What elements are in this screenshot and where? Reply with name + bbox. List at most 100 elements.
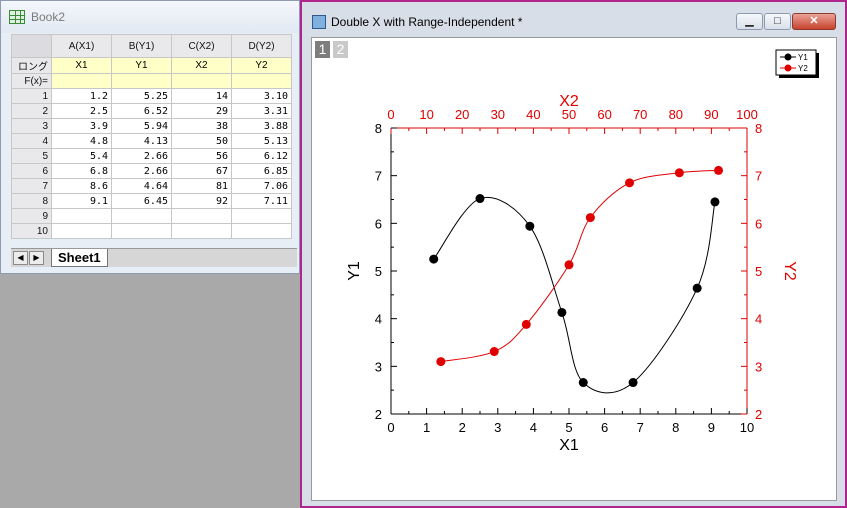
y-left-tick-label: 7: [375, 169, 382, 184]
graph-page[interactable]: 1 2 0 1 2 3 4 5 6 7 8 9 10 0 10 20 30 40 50 60 70 80 90 100 2 3…: [311, 37, 837, 501]
data-cell[interactable]: [51, 223, 112, 239]
data-point-y1: [578, 378, 588, 388]
row-header[interactable]: 1: [11, 88, 52, 104]
longname-cell[interactable]: Y1: [111, 57, 172, 74]
x-bottom-tick-label: 3: [494, 420, 501, 435]
row-header[interactable]: 9: [11, 208, 52, 224]
data-cell[interactable]: 1.2: [51, 88, 112, 104]
row-header[interactable]: 2: [11, 103, 52, 119]
workbook-window[interactable]: Book2 A(X1) B(Y1) C(X2) D(Y2) ロング X1 Y1 …: [0, 0, 300, 274]
column-header[interactable]: C(X2): [171, 34, 232, 58]
y-right-tick-label: 7: [755, 169, 762, 184]
data-cell[interactable]: 3.31: [231, 103, 292, 119]
y-left-axis-title: Y1: [346, 261, 363, 281]
chart[interactable]: 0 1 2 3 4 5 6 7 8 9 100 10 20 30 40 50 60 70 80 90 100234567…: [312, 38, 836, 500]
x-top-tick-label: 60: [597, 107, 611, 122]
data-cell[interactable]: 5.4: [51, 148, 112, 164]
data-cell[interactable]: 92: [171, 193, 232, 209]
x-top-tick-label: 20: [455, 107, 469, 122]
data-cell[interactable]: 6.52: [111, 103, 172, 119]
tab-scroll-left-button[interactable]: ◀: [13, 251, 28, 265]
data-point-y1: [557, 307, 567, 317]
data-cell[interactable]: 4.8: [51, 133, 112, 149]
maximize-button[interactable]: □: [764, 13, 791, 30]
row-header[interactable]: 3: [11, 118, 52, 134]
longname-row-label: ロング: [11, 57, 52, 74]
data-cell[interactable]: 29: [171, 103, 232, 119]
data-cell[interactable]: 7.11: [231, 193, 292, 209]
row-header[interactable]: 4: [11, 133, 52, 149]
data-cell[interactable]: 6.45: [111, 193, 172, 209]
data-cell[interactable]: 7.06: [231, 178, 292, 194]
data-cell[interactable]: [171, 223, 232, 239]
graph-titlebar[interactable]: Double X with Range-Independent * ▁ □ ✕: [302, 2, 845, 36]
row-header[interactable]: 8: [11, 193, 52, 209]
x-bottom-tick-label: 4: [530, 420, 537, 435]
x-top-tick-label: 100: [736, 107, 758, 122]
data-cell[interactable]: 3.10: [231, 88, 292, 104]
minimize-button[interactable]: ▁: [736, 13, 763, 30]
data-cell[interactable]: 5.25: [111, 88, 172, 104]
data-cell[interactable]: 6.85: [231, 163, 292, 179]
graph-icon: [312, 15, 326, 29]
data-point-y2: [564, 260, 574, 270]
row-header[interactable]: 7: [11, 178, 52, 194]
longname-cell[interactable]: X2: [171, 57, 232, 74]
data-cell[interactable]: [51, 208, 112, 224]
data-point-y2: [489, 347, 499, 357]
x-top-tick-label: 80: [669, 107, 683, 122]
data-cell[interactable]: 81: [171, 178, 232, 194]
data-cell[interactable]: [171, 208, 232, 224]
row-header[interactable]: 5: [11, 148, 52, 164]
data-cell[interactable]: 6.12: [231, 148, 292, 164]
data-cell[interactable]: 2.66: [111, 148, 172, 164]
column-header[interactable]: B(Y1): [111, 34, 172, 58]
data-cell[interactable]: 8.6: [51, 178, 112, 194]
data-cell[interactable]: 4.64: [111, 178, 172, 194]
row-header[interactable]: 10: [11, 223, 52, 239]
data-cell[interactable]: 14: [171, 88, 232, 104]
data-cell[interactable]: [231, 208, 292, 224]
data-cell[interactable]: 2.66: [111, 163, 172, 179]
row-header[interactable]: 6: [11, 163, 52, 179]
data-cell[interactable]: 67: [171, 163, 232, 179]
data-cell[interactable]: 50: [171, 133, 232, 149]
fx-cell[interactable]: [111, 73, 172, 89]
data-cell[interactable]: 9.1: [51, 193, 112, 209]
worksheet-icon: [9, 10, 25, 24]
column-header[interactable]: D(Y2): [231, 34, 292, 58]
data-cell[interactable]: 3.9: [51, 118, 112, 134]
fx-cell[interactable]: [171, 73, 232, 89]
data-cell[interactable]: 3.88: [231, 118, 292, 134]
legend-label-y2: Y2: [798, 64, 808, 73]
data-cell[interactable]: 2.5: [51, 103, 112, 119]
fx-row-label: F(x)=: [11, 73, 52, 89]
worksheet-grid[interactable]: A(X1) B(Y1) C(X2) D(Y2) ロング X1 Y1 X2 Y2 …: [11, 34, 297, 239]
data-cell[interactable]: 5.94: [111, 118, 172, 134]
data-cell[interactable]: [111, 208, 172, 224]
x-bottom-tick-label: 6: [601, 420, 608, 435]
grid-corner[interactable]: [11, 34, 52, 58]
tab-sheet1[interactable]: Sheet1: [51, 249, 108, 267]
tab-scroll-right-button[interactable]: ▶: [29, 251, 44, 265]
data-cell[interactable]: 6.8: [51, 163, 112, 179]
data-cell[interactable]: 5.13: [231, 133, 292, 149]
data-cell[interactable]: [111, 223, 172, 239]
fx-cell[interactable]: [231, 73, 292, 89]
data-point-y1: [429, 254, 439, 264]
workbook-titlebar[interactable]: Book2: [1, 1, 299, 33]
y-left-tick-label: 3: [375, 359, 382, 374]
longname-cell[interactable]: Y2: [231, 57, 292, 74]
graph-window[interactable]: Double X with Range-Independent * ▁ □ ✕ …: [300, 0, 847, 508]
y-left-tick-label: 5: [375, 264, 382, 279]
column-header[interactable]: A(X1): [51, 34, 112, 58]
close-button[interactable]: ✕: [792, 13, 836, 30]
data-cell[interactable]: [231, 223, 292, 239]
fx-cell[interactable]: [51, 73, 112, 89]
data-cell[interactable]: 4.13: [111, 133, 172, 149]
y-left-tick-label: 2: [375, 407, 382, 422]
x-bottom-tick-label: 9: [708, 420, 715, 435]
data-cell[interactable]: 56: [171, 148, 232, 164]
longname-cell[interactable]: X1: [51, 57, 112, 74]
data-cell[interactable]: 38: [171, 118, 232, 134]
